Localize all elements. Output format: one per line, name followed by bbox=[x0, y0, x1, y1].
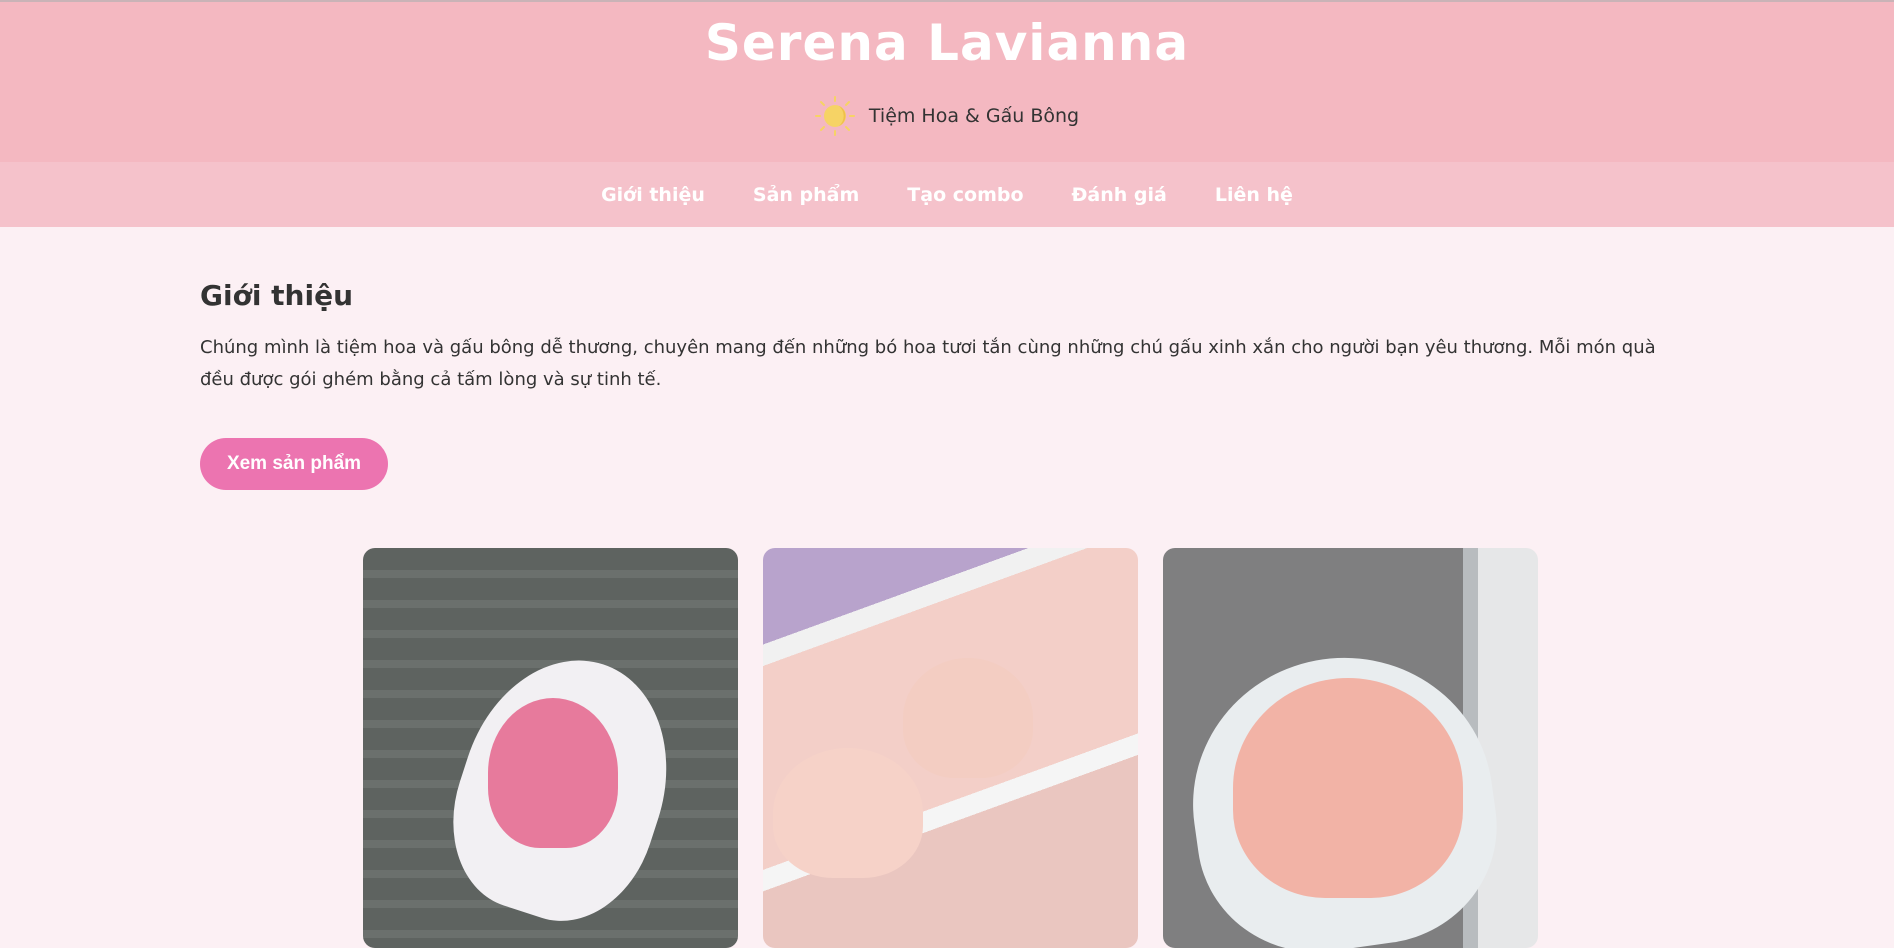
main-nav: Giới thiệu Sản phẩm Tạo combo Đánh giá L… bbox=[0, 162, 1894, 227]
about-section: Giới thiệu Chúng mình là tiệm hoa và gấu… bbox=[0, 279, 1894, 490]
site-subtitle-row: Tiệm Hoa & Gấu Bông bbox=[0, 96, 1894, 136]
gallery-image-peach-bouquet[interactable] bbox=[1163, 548, 1538, 948]
nav-danh-gia[interactable]: Đánh giá bbox=[1072, 184, 1167, 206]
gallery-image-pink-bouquet[interactable] bbox=[363, 548, 738, 948]
bouquet-flowers-shape bbox=[488, 698, 618, 848]
gallery-image-pig-plushies[interactable] bbox=[763, 548, 1138, 948]
site-subtitle: Tiệm Hoa & Gấu Bông bbox=[868, 105, 1080, 127]
view-products-button[interactable]: Xem sản phẩm bbox=[200, 438, 388, 490]
bouquet-flowers-shape bbox=[1233, 678, 1463, 898]
site-title: Serena Lavianna bbox=[704, 14, 1190, 72]
nav-gioi-thieu[interactable]: Giới thiệu bbox=[601, 184, 705, 206]
about-text: Chúng mình là tiệm hoa và gấu bông dễ th… bbox=[200, 337, 1656, 390]
plush-shape bbox=[903, 658, 1033, 778]
sun-icon bbox=[814, 96, 855, 136]
nav-san-pham[interactable]: Sản phẩm bbox=[753, 184, 859, 206]
section-heading: Giới thiệu bbox=[200, 279, 354, 312]
nav-tao-combo[interactable]: Tạo combo bbox=[907, 184, 1023, 206]
gallery bbox=[363, 548, 1538, 948]
plush-shape bbox=[773, 748, 923, 878]
nav-lien-he[interactable]: Liên hệ bbox=[1215, 184, 1293, 206]
site-header: Serena Lavianna Tiệm Hoa & Gấu Bông bbox=[0, 2, 1894, 162]
